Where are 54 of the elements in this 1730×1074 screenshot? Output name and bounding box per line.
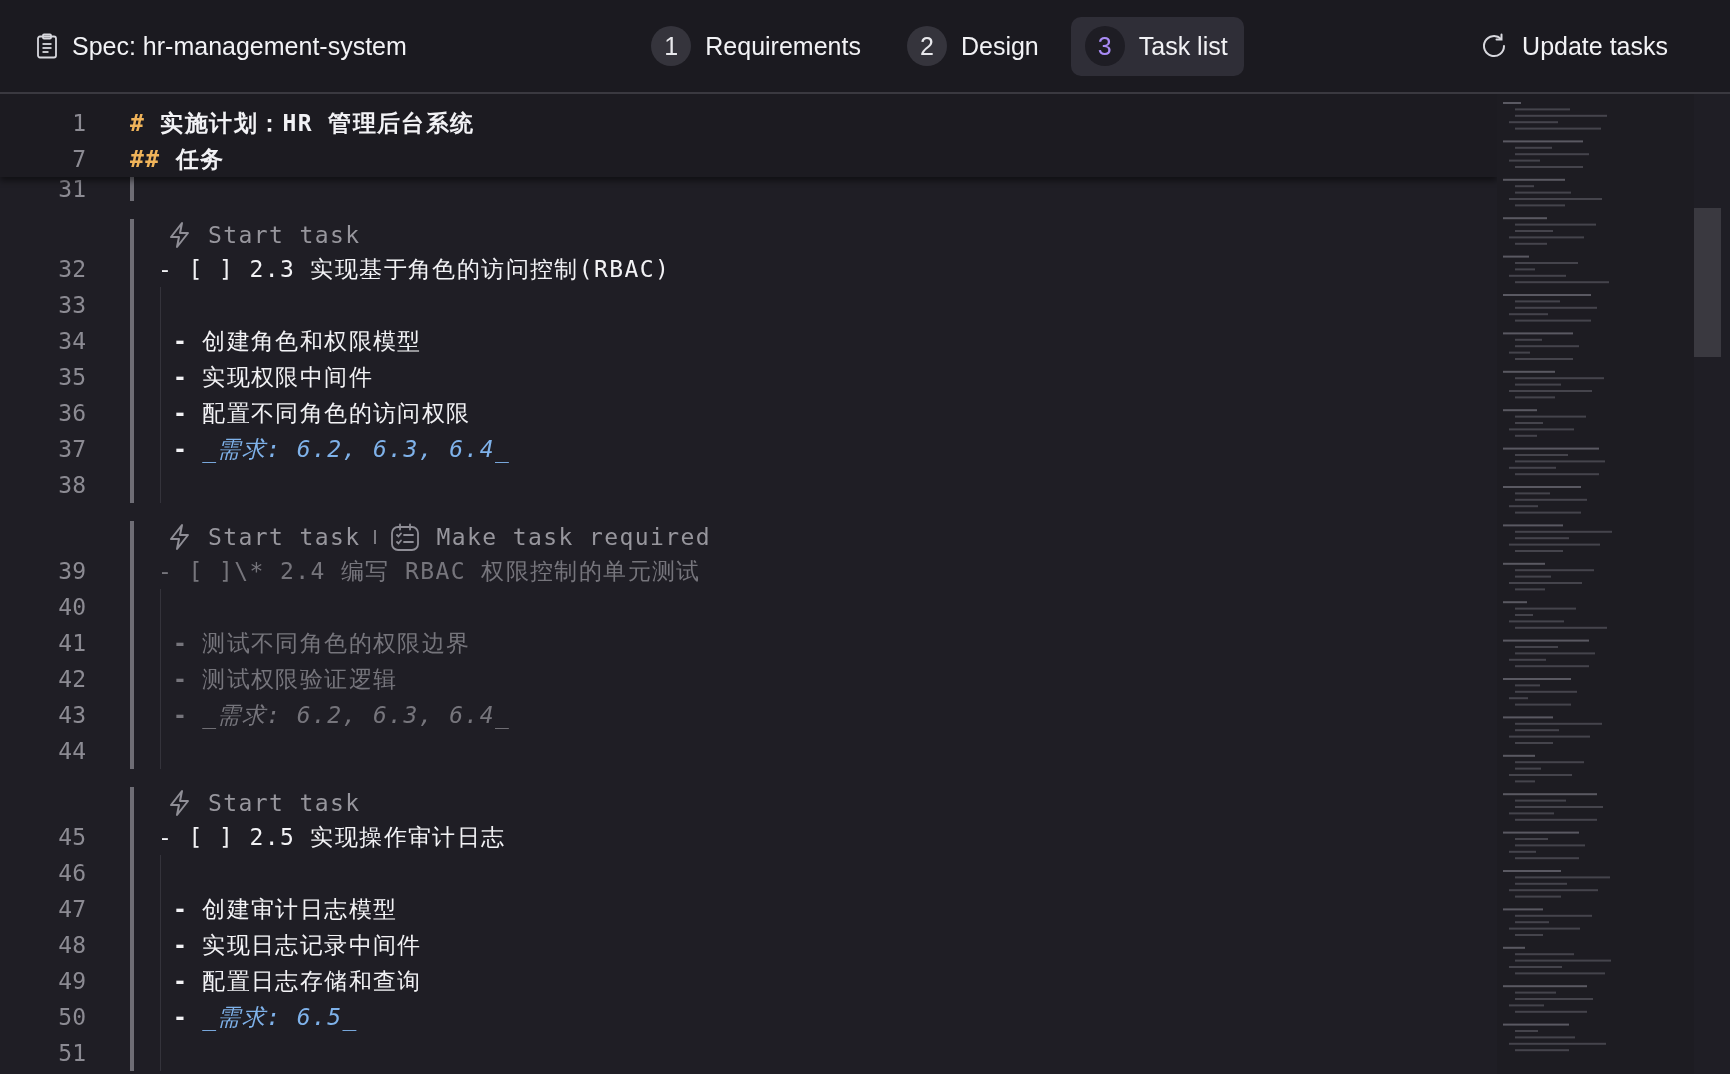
line-number: 34 <box>57 328 86 354</box>
list-item: - 实现权限中间件 <box>173 362 374 392</box>
start-task-link[interactable]: Start task <box>168 221 361 249</box>
line-number: 48 <box>57 932 86 958</box>
list-item: - 配置日志存储和查询 <box>173 966 422 996</box>
start-task-link[interactable]: Start task <box>168 789 361 817</box>
step-tab[interactable]: 2 Design <box>892 16 1055 76</box>
lightning-icon <box>168 221 192 249</box>
checklist-icon <box>390 522 421 552</box>
requirement-line: - _需求: 6.2, 6.3, 6.4_ <box>173 700 511 731</box>
line-number: 1 <box>71 110 86 136</box>
list-item: - 创建角色和权限模型 <box>173 326 422 356</box>
list-item: - 实现日志记录中间件 <box>173 930 422 960</box>
list-item: - 配置不同角色的访问权限 <box>173 398 471 428</box>
line-number: 37 <box>57 436 86 462</box>
line-number: 35 <box>57 364 86 390</box>
list-item: - 创建审计日志模型 <box>173 894 398 924</box>
start-task-link[interactable]: Start task <box>168 523 361 551</box>
step-tab[interactable]: 1 Requirements <box>637 16 877 76</box>
list-item: - 测试权限验证逻辑 <box>173 664 398 694</box>
requirement-line: - _需求: 6.2, 6.3, 6.4_ <box>173 434 511 465</box>
update-tasks-button[interactable]: Update tasks <box>1474 30 1674 62</box>
line-number: 46 <box>57 860 86 886</box>
heading-line: ## 任务 <box>130 144 225 174</box>
line-number: 42 <box>57 666 86 692</box>
line-number: 32 <box>57 256 86 282</box>
lightning-icon <box>168 789 192 817</box>
line-number: 43 <box>57 702 86 728</box>
line-number: 45 <box>57 824 86 850</box>
line-number: 39 <box>57 558 86 584</box>
line-number: 49 <box>57 968 86 994</box>
make-required-link[interactable]: Make task required <box>390 522 711 552</box>
line-number: 7 <box>71 146 86 172</box>
line-number: 31 <box>57 176 86 202</box>
requirement-line: - _需求: 6.5_ <box>173 1002 358 1033</box>
line-number: 51 <box>57 1040 86 1066</box>
lightning-icon <box>168 523 192 551</box>
line-number: 47 <box>57 896 86 922</box>
line-number: 50 <box>57 1004 86 1030</box>
line-number: 33 <box>57 292 86 318</box>
step-tab[interactable]: 3 Task list <box>1070 16 1244 76</box>
spec-title: Spec: hr-management-system <box>72 31 407 61</box>
line-number: 36 <box>57 400 86 426</box>
clipboard-icon <box>36 33 58 59</box>
list-item: - 测试不同角色的权限边界 <box>173 628 471 658</box>
task-line: - [ ] 2.5 实现操作审计日志 <box>158 822 506 852</box>
scrollbar-thumb[interactable] <box>1694 208 1721 357</box>
task-line: - [ ]\* 2.4 编写 RBAC 权限控制的单元测试 <box>158 556 701 586</box>
line-number: 40 <box>57 594 86 620</box>
line-number: 44 <box>57 738 86 764</box>
line-number: 41 <box>57 630 86 656</box>
task-line: - [ ] 2.3 实现基于角色的访问控制(RBAC) <box>158 254 671 284</box>
heading-line: # 实施计划：HR 管理后台系统 <box>130 108 475 138</box>
line-number: 38 <box>57 472 86 498</box>
